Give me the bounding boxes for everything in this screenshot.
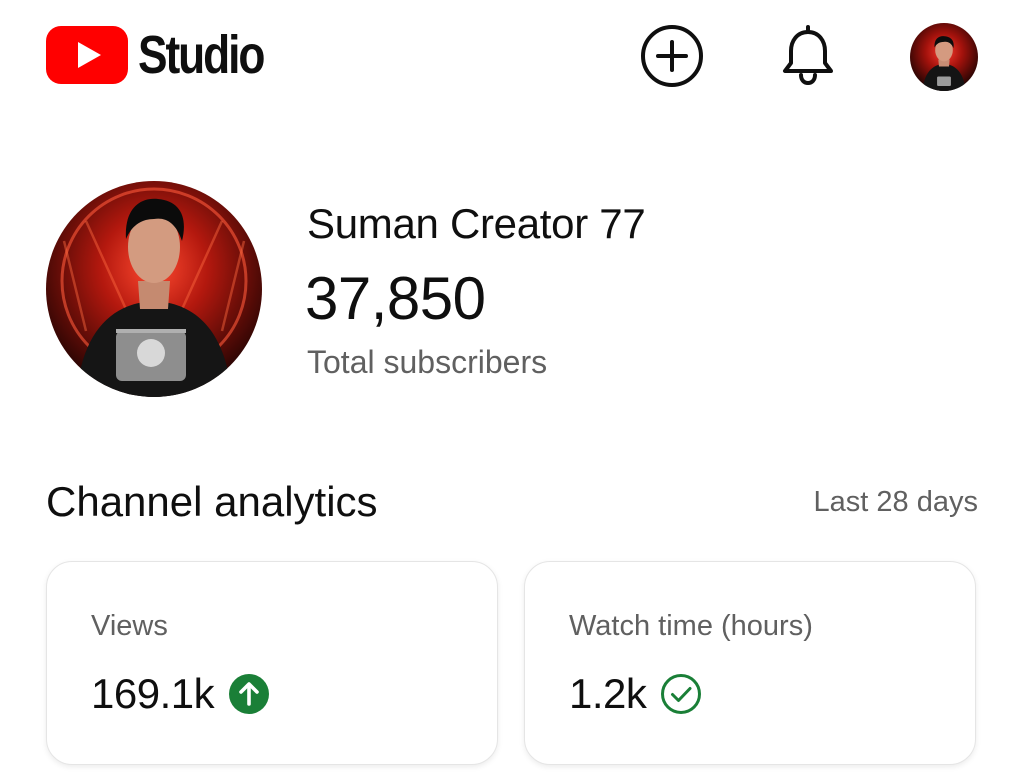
arrow-up-circle-icon: [229, 674, 270, 714]
watch-time-value: 1.2k: [569, 670, 647, 717]
watch-time-label: Watch time (hours): [569, 610, 813, 642]
channel-avatar[interactable]: [46, 181, 262, 397]
views-value: 169.1k: [91, 670, 215, 717]
youtube-logo-icon: [46, 26, 128, 84]
analytics-period[interactable]: Last 28 days: [814, 486, 978, 519]
youtube-studio-logo[interactable]: Studio: [46, 26, 291, 84]
views-value-row: 169.1k: [91, 670, 270, 718]
subscriber-count: 37,850: [305, 265, 486, 332]
subscriber-label: Total subscribers: [307, 344, 548, 380]
notifications-button[interactable]: [774, 22, 842, 90]
top-app-bar: Studio: [0, 0, 1024, 120]
watch-time-value-row: 1.2k: [569, 670, 702, 718]
watch-time-card[interactable]: Watch time (hours) 1.2k: [524, 561, 976, 765]
account-avatar[interactable]: [910, 23, 978, 91]
channel-avatar-image: [46, 181, 262, 397]
avatar-image: [910, 23, 978, 91]
check-circle-icon: [661, 674, 702, 714]
channel-name: Suman Creator 77: [307, 200, 646, 247]
analytics-section-title: Channel analytics: [46, 478, 378, 525]
create-button[interactable]: [638, 22, 706, 90]
bell-icon: [783, 25, 833, 86]
brand-name: Studio: [138, 25, 265, 85]
views-label: Views: [91, 610, 168, 642]
views-card[interactable]: Views 169.1k: [46, 561, 498, 765]
plus-circle-icon: [641, 25, 703, 87]
